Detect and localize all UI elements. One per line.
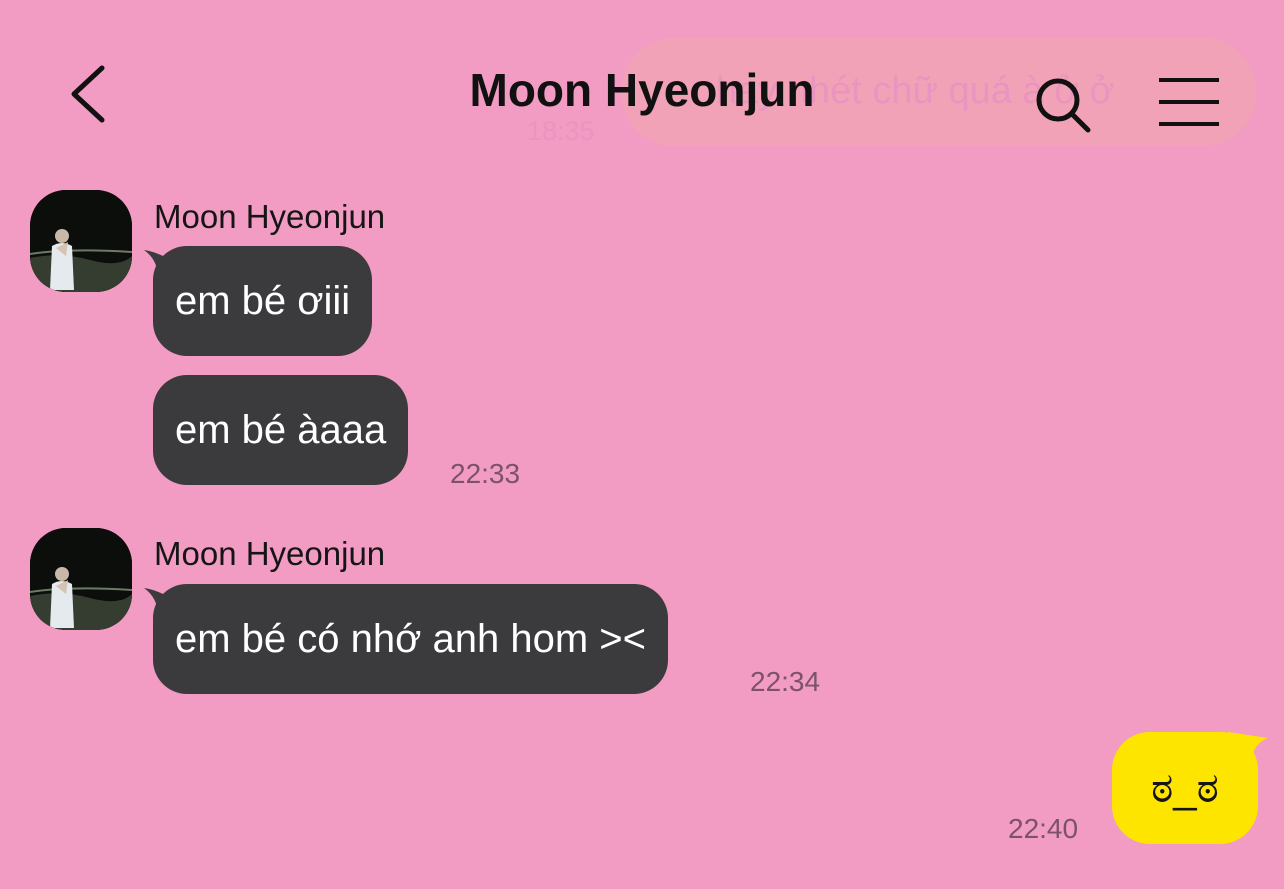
profile-photo <box>30 190 132 292</box>
message-bubble[interactable]: em bé ơiii <box>153 246 373 356</box>
message-bubble[interactable]: em bé có nhớ anh hom >< <box>153 584 668 694</box>
message-time: 22:33 <box>450 458 521 489</box>
sender-name: Moon Hyeonjun <box>154 198 386 235</box>
hamburger-menu-icon <box>1159 78 1219 126</box>
message-time: 22:34 <box>750 666 821 697</box>
previous-message-time: 18:35 <box>527 116 595 146</box>
chat-screen: hay nhét chữ quá à ở ở 18:35 Moon Hyeonj… <box>0 0 1284 889</box>
search-button[interactable] <box>1032 74 1096 138</box>
message-bubble[interactable]: em bé àaaa <box>153 375 409 485</box>
my-message-time: 22:40 <box>1008 813 1079 844</box>
search-icon <box>1036 78 1091 133</box>
my-message-bubble[interactable]: ಠ_ಠ <box>1112 732 1258 844</box>
avatar[interactable] <box>30 190 132 292</box>
chevron-left-icon <box>71 65 105 123</box>
profile-photo <box>30 528 132 630</box>
avatar[interactable] <box>30 528 132 630</box>
menu-button[interactable] <box>1156 76 1222 128</box>
back-button[interactable] <box>62 62 118 126</box>
sender-name: Moon Hyeonjun <box>154 535 386 572</box>
